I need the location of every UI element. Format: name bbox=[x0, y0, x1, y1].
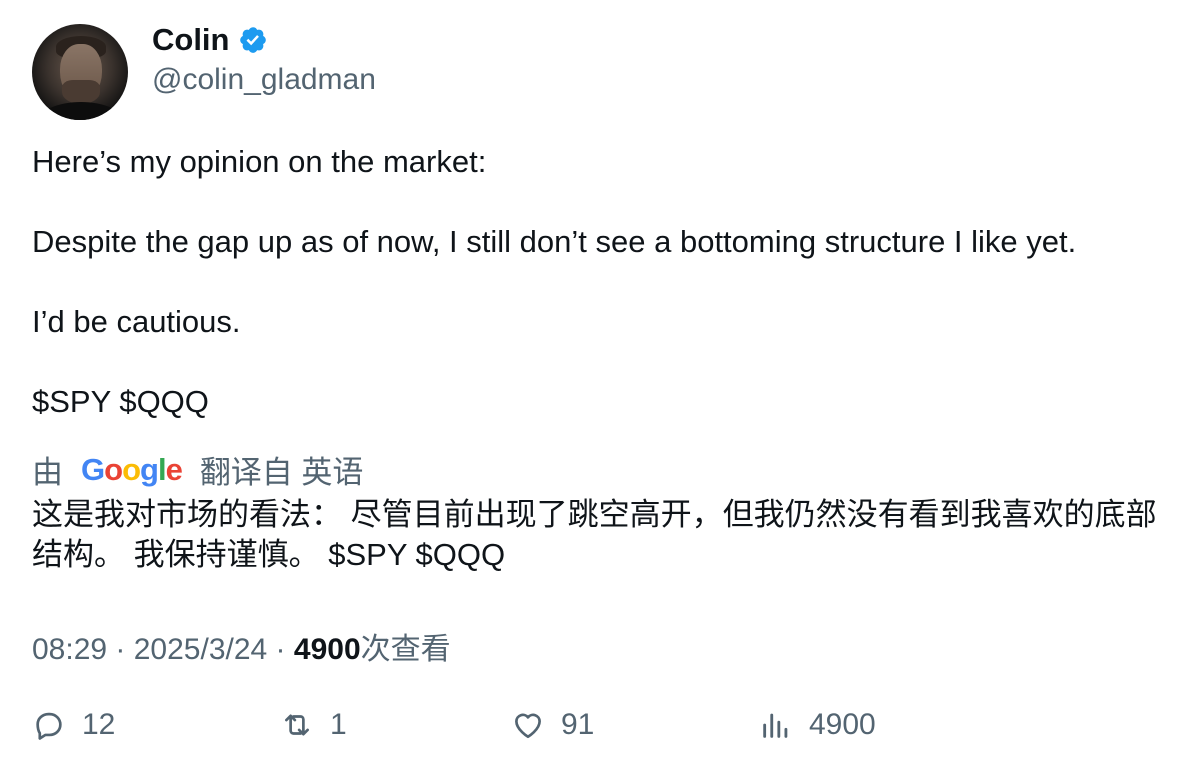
meta-separator: · bbox=[267, 633, 294, 666]
retweet-button[interactable]: 1 bbox=[280, 708, 347, 742]
reply-icon bbox=[36, 712, 62, 740]
tweet-line: I’d be cautious. bbox=[32, 304, 241, 339]
views-action-count: 4900 bbox=[809, 708, 876, 741]
tweet-time[interactable]: 08:29 bbox=[32, 633, 107, 666]
verified-badge-icon bbox=[239, 27, 266, 53]
tweet-meta: 08:29 · 2025/3/24 · 4900次查看 bbox=[32, 624, 451, 668]
author-handle[interactable]: @colin_gladman bbox=[152, 63, 376, 97]
analytics-icon bbox=[763, 713, 788, 738]
author-display-name[interactable]: Colin bbox=[152, 22, 230, 58]
tweet-line-cashtags[interactable]: $SPY $QQQ bbox=[32, 382, 1172, 422]
tweet-line: Despite the gap up as of now, I still do… bbox=[32, 224, 1077, 259]
avatar-beard bbox=[62, 80, 100, 104]
avatar[interactable] bbox=[32, 24, 128, 120]
retweet-count: 1 bbox=[330, 708, 347, 741]
heart-icon bbox=[515, 713, 541, 739]
action-bar: 12 1 91 4900 bbox=[32, 708, 1172, 756]
views-button[interactable]: 4900 bbox=[759, 708, 876, 742]
translation-attribution: 由 Google 翻译自 英语 bbox=[32, 447, 363, 492]
views-count: 4900 bbox=[293, 633, 361, 666]
author-name-row: Colin bbox=[152, 22, 268, 58]
tweet-date[interactable]: 2025/3/24 bbox=[134, 633, 267, 666]
views-label: 次查看 bbox=[360, 633, 451, 666]
like-count: 91 bbox=[561, 708, 595, 741]
meta-separator: · bbox=[107, 633, 134, 666]
tweet-line: Here’s my opinion on the market: bbox=[32, 144, 487, 179]
like-button[interactable]: 91 bbox=[511, 708, 594, 742]
retweet-icon bbox=[285, 714, 309, 736]
avatar-shirt bbox=[38, 102, 124, 120]
tweet-text: Here’s my opinion on the market: Despite… bbox=[32, 142, 1172, 422]
google-logo: Google bbox=[81, 451, 183, 487]
translated-text: 这是我对市场的看法： 尽管目前出现了跳空高开，但我仍然没有看到我喜欢的底部结构。… bbox=[32, 497, 1157, 572]
translation-suffix: 翻译自 英语 bbox=[199, 455, 364, 490]
reply-button[interactable]: 12 bbox=[32, 708, 115, 742]
translation-prefix: 由 bbox=[32, 455, 63, 490]
reply-count: 12 bbox=[82, 708, 116, 741]
